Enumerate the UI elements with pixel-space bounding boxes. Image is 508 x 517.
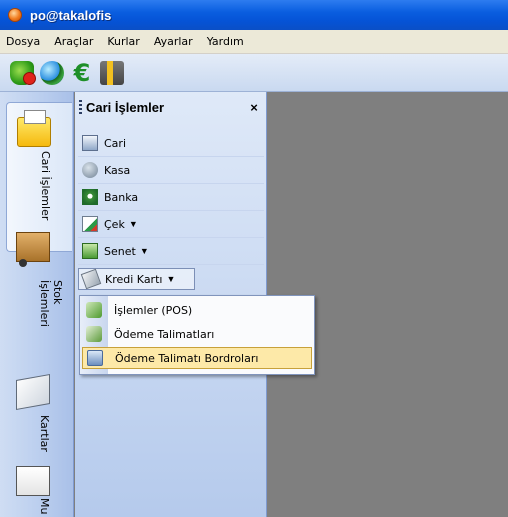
menu-bar: Dosya Araçlar Kurlar Ayarlar Yardım xyxy=(0,30,508,54)
chevron-down-icon: ▼ xyxy=(139,246,149,256)
submenu-item-label: Ödeme Talimatı Bordroları xyxy=(115,351,259,365)
submenu-item-label: İşlemler (POS) xyxy=(114,303,193,317)
globe-icon[interactable] xyxy=(40,60,64,85)
kredi-karti-submenu: İşlemler (POS) Ödeme Talimatları Ödeme T… xyxy=(79,295,315,375)
submenu-item-odeme-talimatlari[interactable]: Ödeme Talimatları xyxy=(82,323,312,345)
panel-item-label: Banka xyxy=(104,190,139,204)
menu-araclar[interactable]: Araçlar xyxy=(47,35,100,48)
vertical-tab-strip: Cari İşlemler Stok İşlemleri Kartlar Mu xyxy=(0,92,74,517)
pos-icon xyxy=(86,302,102,318)
submenu-item-label: Ödeme Talimatları xyxy=(114,327,215,341)
credit-card-icon xyxy=(80,268,102,290)
panel-item-kredi-karti[interactable]: Kredi Kartı ▼ xyxy=(78,268,195,290)
senet-icon xyxy=(82,243,98,259)
vtab-stok-islemleri[interactable]: Stok İşlemleri xyxy=(6,222,72,342)
panel-item-list: Cari Kasa Banka Çek ▼ Senet ▼ Kredi Kart… xyxy=(78,130,264,292)
vtab-label-mu: Mu xyxy=(38,498,51,515)
cek-icon xyxy=(82,216,98,232)
payment-order-icon xyxy=(86,326,102,342)
menu-ayarlar[interactable]: Ayarlar xyxy=(147,35,200,48)
panel-item-label: Kredi Kartı xyxy=(105,272,163,286)
menu-dosya[interactable]: Dosya xyxy=(0,35,47,48)
vtab-label-stok: Stok İşlemleri xyxy=(38,280,64,327)
vtab-label-cari: Cari İşlemler xyxy=(39,151,52,221)
panel-item-banka[interactable]: Banka xyxy=(78,184,264,211)
close-icon[interactable]: × xyxy=(245,100,263,115)
banka-icon xyxy=(82,189,98,205)
payroll-icon xyxy=(87,350,103,366)
panel-title: Cari İşlemler xyxy=(86,99,165,115)
panel-item-senet[interactable]: Senet ▼ xyxy=(78,238,264,265)
vtab-label-kartlar: Kartlar xyxy=(38,415,51,452)
toolbar: € xyxy=(0,54,508,92)
submenu-item-pos[interactable]: İşlemler (POS) xyxy=(82,299,312,321)
menu-yardim[interactable]: Yardım xyxy=(200,35,251,48)
title-bar: po@takalofis xyxy=(0,0,508,30)
accounts-book-icon xyxy=(16,466,50,496)
chevron-down-icon: ▼ xyxy=(166,274,176,284)
tools-icon[interactable] xyxy=(100,60,124,85)
euro-icon[interactable]: € xyxy=(70,61,94,85)
app-icon xyxy=(8,8,22,22)
panel-item-label: Cari xyxy=(104,136,126,150)
panel-item-kasa[interactable]: Kasa xyxy=(78,157,264,184)
vtab-kartlar[interactable]: Kartlar xyxy=(6,367,72,457)
panel-item-cari[interactable]: Cari xyxy=(78,130,264,157)
panel-item-cek[interactable]: Çek ▼ xyxy=(78,211,264,238)
panel-item-label: Kasa xyxy=(104,163,131,177)
panel-item-label: Çek xyxy=(104,217,125,231)
card-icon xyxy=(16,374,50,410)
cari-folder-icon xyxy=(17,110,51,147)
vtab-mu[interactable]: Mu xyxy=(6,462,72,517)
panel-header: Cari İşlemler × xyxy=(75,94,267,120)
shield-tools-icon[interactable] xyxy=(10,60,36,85)
hand-truck-icon xyxy=(16,232,50,267)
panel-item-label: Senet xyxy=(104,244,136,258)
kasa-icon xyxy=(82,162,98,178)
window-title: po@takalofis xyxy=(30,7,112,23)
submenu-item-odeme-talimati-bordrolari[interactable]: Ödeme Talimatı Bordroları xyxy=(82,347,312,369)
cari-icon xyxy=(82,135,98,151)
menu-kurlar[interactable]: Kurlar xyxy=(100,35,146,48)
grip-handle[interactable] xyxy=(79,100,82,114)
chevron-down-icon: ▼ xyxy=(128,219,138,229)
